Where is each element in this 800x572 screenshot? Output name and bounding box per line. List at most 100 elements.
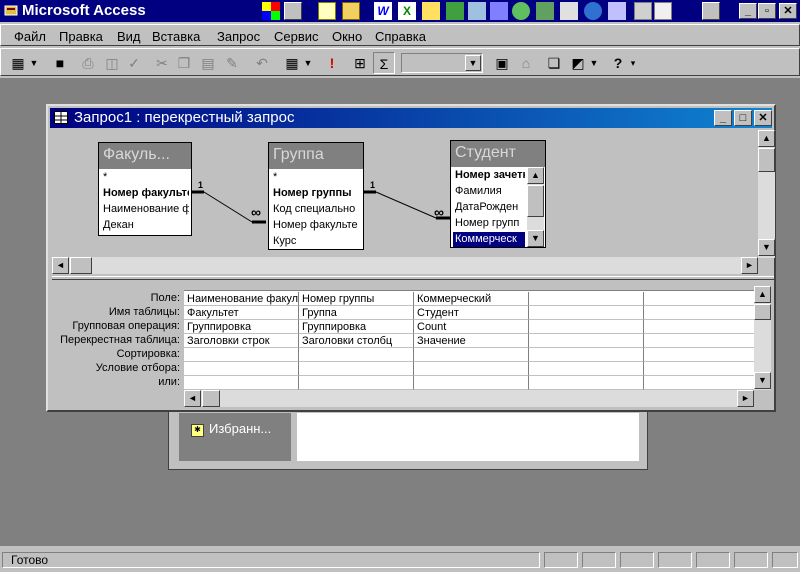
grid-cell[interactable] bbox=[644, 376, 754, 390]
grid-cell[interactable] bbox=[529, 306, 644, 320]
grid-cell[interactable] bbox=[184, 376, 299, 390]
query-close-icon[interactable]: ✕ bbox=[754, 110, 772, 126]
table-field[interactable]: Наименование ф bbox=[103, 202, 189, 217]
grid-cell[interactable] bbox=[644, 306, 754, 320]
table-scrollbar[interactable]: ▲ ▼ bbox=[527, 167, 544, 247]
table-student-header[interactable]: Студент bbox=[451, 141, 545, 167]
table-pane-vscroll[interactable]: ▲ ▼ bbox=[758, 130, 775, 258]
grid-hscroll[interactable]: ◄ ► bbox=[184, 390, 754, 407]
table-field[interactable]: * bbox=[273, 170, 277, 185]
table-field[interactable]: * bbox=[103, 170, 107, 185]
clock-icon[interactable] bbox=[512, 2, 530, 20]
table-faculty-header[interactable]: Факуль... bbox=[99, 143, 191, 169]
close-icon[interactable]: ✕ bbox=[779, 3, 797, 19]
menu-tools[interactable]: Сервис bbox=[274, 29, 319, 44]
table-group[interactable]: Группа * Номер группы Код специально Ном… bbox=[268, 142, 364, 250]
menu-query[interactable]: Запрос bbox=[217, 29, 260, 44]
query-type-icon[interactable]: ▦ bbox=[281, 52, 303, 74]
grid-vscroll[interactable]: ▲ ▼ bbox=[754, 286, 771, 390]
grid-cell[interactable] bbox=[299, 376, 414, 390]
paste-icon[interactable]: ▤ bbox=[197, 52, 219, 74]
menu-view[interactable]: Вид bbox=[117, 29, 141, 44]
grid-column-selectors[interactable] bbox=[184, 286, 754, 291]
table-faculty[interactable]: Факуль... * Номер факульте Наименование … bbox=[98, 142, 192, 236]
word-icon[interactable]: W bbox=[374, 2, 392, 20]
search-icon[interactable] bbox=[468, 2, 486, 20]
table-group-header[interactable]: Группа bbox=[269, 143, 363, 169]
show-table-icon[interactable]: ⊞ bbox=[349, 52, 371, 74]
grid-cell[interactable] bbox=[529, 348, 644, 362]
totals-icon[interactable]: Σ bbox=[373, 52, 395, 74]
grid-cell[interactable]: Коммерческий bbox=[414, 292, 529, 306]
grid-cell[interactable]: Count bbox=[414, 320, 529, 334]
scroll-right-icon[interactable]: ► bbox=[741, 257, 758, 274]
grid-cell[interactable] bbox=[529, 376, 644, 390]
copy-icon[interactable]: ❐ bbox=[173, 52, 195, 74]
undo-icon[interactable]: ↶ bbox=[251, 52, 273, 74]
internet-explorer-icon[interactable] bbox=[584, 2, 602, 20]
table-field[interactable]: Номер факульте bbox=[103, 186, 189, 201]
view-datasheet-icon[interactable]: ▦ bbox=[7, 52, 29, 74]
query-minimize-icon[interactable]: _ bbox=[714, 110, 732, 126]
scroll-up-icon[interactable]: ▲ bbox=[754, 286, 771, 303]
favorites-label[interactable]: Избранн... bbox=[209, 421, 271, 436]
format-painter-icon[interactable]: ✎ bbox=[221, 52, 243, 74]
scroll-thumb[interactable] bbox=[70, 257, 92, 274]
mail-icon[interactable] bbox=[560, 2, 578, 20]
database-window-icon[interactable]: ❏ bbox=[543, 52, 565, 74]
grid-cell[interactable]: Группировка bbox=[184, 320, 299, 334]
table-field[interactable]: Номер группы bbox=[273, 186, 352, 201]
outlook-icon[interactable] bbox=[608, 2, 626, 20]
table-field[interactable]: Номер факульте bbox=[273, 218, 361, 233]
top-values-combo[interactable]: ▼ bbox=[401, 53, 483, 73]
table-student[interactable]: Студент Номер зачетн Фамилия ДатаРожден … bbox=[450, 140, 546, 248]
grid-cell[interactable] bbox=[529, 334, 644, 348]
menu-insert[interactable]: Вставка bbox=[152, 29, 200, 44]
restore-icon[interactable]: ▫ bbox=[758, 3, 776, 19]
table-pane-hscroll[interactable]: ◄ ► bbox=[52, 257, 758, 274]
grid-cell[interactable]: Номер группы bbox=[299, 292, 414, 306]
grid-cell[interactable]: Наименование факуль bbox=[184, 292, 299, 306]
scroll-down-icon[interactable]: ▼ bbox=[527, 230, 544, 247]
scroll-up-icon[interactable]: ▲ bbox=[758, 130, 775, 147]
grid-cell[interactable]: Значение bbox=[414, 334, 529, 348]
spelling-icon[interactable]: ✓ bbox=[123, 52, 145, 74]
query-maximize-icon[interactable]: □ bbox=[734, 110, 752, 126]
save-icon[interactable]: ■ bbox=[49, 52, 71, 74]
grid-cell[interactable]: Заголовки строк bbox=[184, 334, 299, 348]
folder-icon[interactable] bbox=[342, 2, 360, 20]
scroll-down-icon[interactable]: ▼ bbox=[754, 372, 771, 389]
grid-cell[interactable] bbox=[414, 376, 529, 390]
table-field[interactable]: Декан bbox=[103, 218, 134, 233]
scroll-thumb[interactable] bbox=[527, 185, 544, 217]
table-field[interactable]: Номер групп bbox=[455, 216, 525, 231]
db-objects-list[interactable] bbox=[297, 413, 639, 461]
table-field[interactable]: Код специально bbox=[273, 202, 361, 217]
scroll-thumb[interactable] bbox=[754, 304, 771, 320]
grid-cell[interactable]: Группировка bbox=[299, 320, 414, 334]
new-object-icon[interactable]: ◩ bbox=[567, 52, 589, 74]
minimize-icon[interactable]: _ bbox=[739, 3, 757, 19]
picture-icon[interactable] bbox=[446, 2, 464, 20]
scroll-left-icon[interactable]: ◄ bbox=[184, 390, 201, 407]
menu-file[interactable]: Файл bbox=[14, 29, 46, 44]
grid-cell[interactable] bbox=[529, 362, 644, 376]
notepad-icon[interactable] bbox=[318, 2, 336, 20]
excel-icon[interactable]: X bbox=[398, 2, 416, 20]
scroll-thumb[interactable] bbox=[758, 148, 775, 172]
doc-icon[interactable] bbox=[284, 2, 302, 20]
music-icon[interactable] bbox=[536, 2, 554, 20]
grid-cell[interactable] bbox=[644, 292, 754, 306]
scroll-thumb[interactable] bbox=[202, 390, 220, 407]
grid-cell[interactable] bbox=[184, 362, 299, 376]
table-field[interactable]: Фамилия bbox=[455, 184, 525, 199]
grid-cell[interactable]: Группа bbox=[299, 306, 414, 320]
scroll-right-icon[interactable]: ► bbox=[737, 390, 754, 407]
scroll-down-icon[interactable]: ▼ bbox=[758, 239, 775, 256]
menu-edit[interactable]: Правка bbox=[59, 29, 103, 44]
run-icon[interactable]: ! bbox=[321, 52, 343, 74]
scroll-left-icon[interactable]: ◄ bbox=[52, 257, 69, 274]
table-field[interactable]: ДатаРожден bbox=[455, 200, 525, 215]
query-type-dropdown-icon[interactable]: ▼ bbox=[301, 52, 315, 74]
scanner-icon[interactable] bbox=[654, 2, 672, 20]
